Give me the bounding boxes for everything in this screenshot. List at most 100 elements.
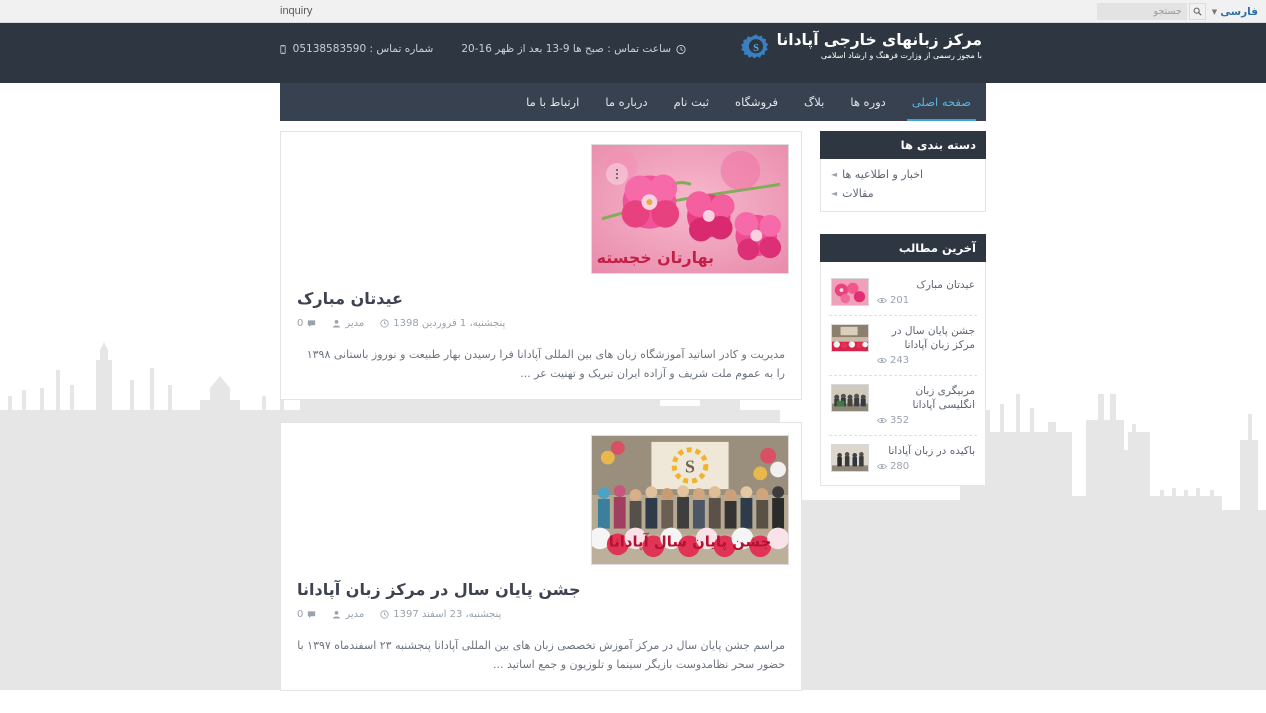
logo-title: مرکز زبانهای خارجی آپادانا	[776, 31, 983, 49]
list-item-meta: عیدتان مبارک 201	[877, 278, 975, 306]
widget-latest-body: عیدتان مبارک 201 جشن پایان سال در مرکز ز…	[820, 262, 986, 486]
browser-top-bar: inquiry فارسی ▼ جستجو	[0, 0, 1266, 23]
post-featured-image[interactable]: بهارتان خجسته	[591, 144, 789, 274]
year-end-party-image: S جشن پایان سال آپادانا	[592, 436, 788, 564]
list-item[interactable]: عیدتان مبارک 201	[829, 270, 977, 316]
svg-text:جشن پایان سال آپادانا: جشن پایان سال آپادانا	[609, 532, 772, 550]
list-item-title: عیدتان مبارک	[916, 279, 975, 291]
contact-phone-text: شماره تماس : 05138583590	[292, 43, 434, 55]
search-button[interactable]	[1188, 3, 1206, 20]
post-comments-count: 0	[297, 318, 304, 329]
post-date-text: پنجشنبه، 1 فروردین 1398	[393, 318, 506, 329]
image-options-icon[interactable]	[606, 163, 628, 185]
post-meta: 0 مدیر پنجشنبه، 1 فروردین 1398	[293, 318, 789, 329]
category-label: مقالات	[842, 187, 874, 200]
post-featured-image[interactable]: S جشن پایان سال آپادانا	[591, 435, 789, 565]
group-thumb-image	[832, 385, 868, 411]
list-item-meta: مربیگری زبان انگلیسی آپادانا 352	[877, 384, 975, 426]
chevron-down-icon: ▼	[1211, 7, 1218, 16]
nav-label: دوره ها	[850, 95, 886, 109]
list-item[interactable]: مربیگری زبان انگلیسی آپادانا 352	[829, 376, 977, 436]
contact-hours: ساعت تماس : صبح ها 9-13 بعد از ظهر 16-20	[461, 43, 686, 55]
views-count: 243	[890, 355, 910, 366]
nav-item-courses[interactable]: دوره ها	[837, 83, 898, 121]
nav-item-register[interactable]: ثبت نام	[661, 83, 722, 121]
search-input[interactable]: جستجو	[1096, 3, 1187, 20]
post-author: مدیر	[332, 609, 364, 620]
clock-icon	[380, 319, 389, 328]
header-contact-list: ساعت تماس : صبح ها 9-13 بعد از ظهر 16-20…	[278, 43, 686, 55]
post-author-name: مدیر	[345, 609, 365, 620]
page-content: دسته بندی ها اخبار و اطلاعیه ها ◄ مقالات…	[280, 131, 986, 713]
svg-text:بهارتان خجسته: بهارتان خجسته	[597, 248, 714, 267]
list-item-views: 201	[877, 295, 975, 306]
post-comments[interactable]: 0	[297, 609, 316, 620]
category-label: اخبار و اطلاعیه ها	[842, 168, 924, 181]
eye-icon	[877, 417, 887, 424]
post-comments[interactable]: 0	[297, 318, 316, 329]
browser-tab-title[interactable]: inquiry	[280, 5, 312, 17]
list-item-meta: باکیده در زبان آپادانا 280	[877, 444, 975, 472]
post-title[interactable]: جشن پایان سال در مرکز زبان آپادانا	[293, 579, 789, 601]
post-comments-count: 0	[297, 609, 304, 620]
nav-item-shop[interactable]: فروشگاه	[722, 83, 791, 121]
comment-icon	[308, 320, 316, 327]
search-icon	[1193, 7, 1202, 16]
svg-text:S: S	[753, 42, 759, 53]
views-count: 280	[890, 461, 910, 472]
post-excerpt: مراسم جشن پایان سال در مرکز آموزش تخصصی …	[297, 639, 785, 671]
flowers-thumb-image	[832, 279, 868, 305]
nav-label: ثبت نام	[673, 95, 710, 109]
svg-text:S: S	[685, 456, 695, 476]
nav-item-contact[interactable]: ارتباط با ما	[513, 83, 592, 121]
chevron-left-icon: ◄	[831, 189, 838, 198]
post-title[interactable]: عیدتان مبارک	[293, 288, 789, 310]
thumbnail-party	[831, 324, 869, 352]
clock-icon	[380, 610, 389, 619]
post-author: مدیر	[332, 318, 364, 329]
eye-icon	[877, 463, 887, 470]
search-placeholder: جستجو	[1153, 6, 1182, 17]
post-card-eid: بهارتان خجسته عیدتان مبارک 0 مدیر پنجشنب…	[280, 131, 802, 400]
nav-label: صفحه اصلی	[911, 95, 971, 109]
widget-categories: دسته بندی ها اخبار و اطلاعیه ها ◄ مقالات…	[820, 131, 986, 212]
post-meta: 0 مدیر پنجشنبه، 23 اسفند 1397	[293, 609, 789, 620]
nav-item-about[interactable]: درباره ما	[592, 83, 660, 121]
main-navigation-bar: صفحه اصلی دوره ها بلاگ فروشگاه ثبت نام د…	[280, 83, 986, 121]
site-header: مرکز زبانهای خارجی آپادانا با مجوز رسمی …	[0, 23, 1266, 83]
mobile-icon	[280, 44, 286, 54]
list-item-views: 352	[877, 415, 975, 426]
main-navigation: صفحه اصلی دوره ها بلاگ فروشگاه ثبت نام د…	[280, 83, 986, 121]
views-count: 201	[890, 295, 910, 306]
list-item-title: جشن پایان سال در مرکز زبان آپادانا	[891, 325, 975, 351]
list-item[interactable]: باکیده در زبان آپادانا 280	[829, 436, 977, 481]
header-inner: مرکز زبانهای خارجی آپادانا با مجوز رسمی …	[280, 23, 986, 83]
gear-logo-icon: S	[740, 33, 768, 59]
clock-icon	[676, 44, 686, 54]
thumbnail-people	[831, 444, 869, 472]
logo-text-block: مرکز زبانهای خارجی آپادانا با مجوز رسمی …	[776, 31, 983, 62]
list-item[interactable]: جشن پایان سال در مرکز زبان آپادانا 243	[829, 316, 977, 376]
post-date: پنجشنبه، 1 فروردین 1398	[380, 318, 505, 329]
language-label: فارسی	[1220, 5, 1258, 18]
post-list: بهارتان خجسته عیدتان مبارک 0 مدیر پنجشنب…	[280, 131, 802, 713]
widget-categories-body: اخبار و اطلاعیه ها ◄ مقالات ◄	[820, 159, 986, 212]
sidebar-category-articles[interactable]: مقالات ◄	[831, 184, 975, 203]
nav-item-home[interactable]: صفحه اصلی	[899, 83, 984, 121]
list-item-views: 280	[877, 461, 975, 472]
post-author-name: مدیر	[345, 318, 365, 329]
chevron-left-icon: ◄	[831, 170, 838, 179]
list-item-title: باکیده در زبان آپادانا	[888, 445, 975, 457]
widget-categories-title: دسته بندی ها	[820, 131, 986, 159]
contact-phone: شماره تماس : 05138583590	[278, 43, 434, 55]
widget-latest-title: آخرین مطالب	[820, 234, 986, 262]
language-selector[interactable]: فارسی ▼	[1212, 6, 1258, 18]
nav-item-blog[interactable]: بلاگ	[791, 83, 837, 121]
sidebar-category-news[interactable]: اخبار و اطلاعیه ها ◄	[831, 165, 975, 184]
site-logo[interactable]: مرکز زبانهای خارجی آپادانا با مجوز رسمی …	[740, 31, 983, 62]
logo-subtitle: با مجوز رسمی از وزارت فرهنگ و ارشاد اسلا…	[820, 51, 982, 60]
thumbnail-flowers	[831, 278, 869, 306]
list-item-views: 243	[877, 355, 975, 366]
nav-label: بلاگ	[803, 95, 825, 109]
post-excerpt: مدیریت و کادر اساتید آموزشگاه زبان های ب…	[306, 348, 785, 380]
